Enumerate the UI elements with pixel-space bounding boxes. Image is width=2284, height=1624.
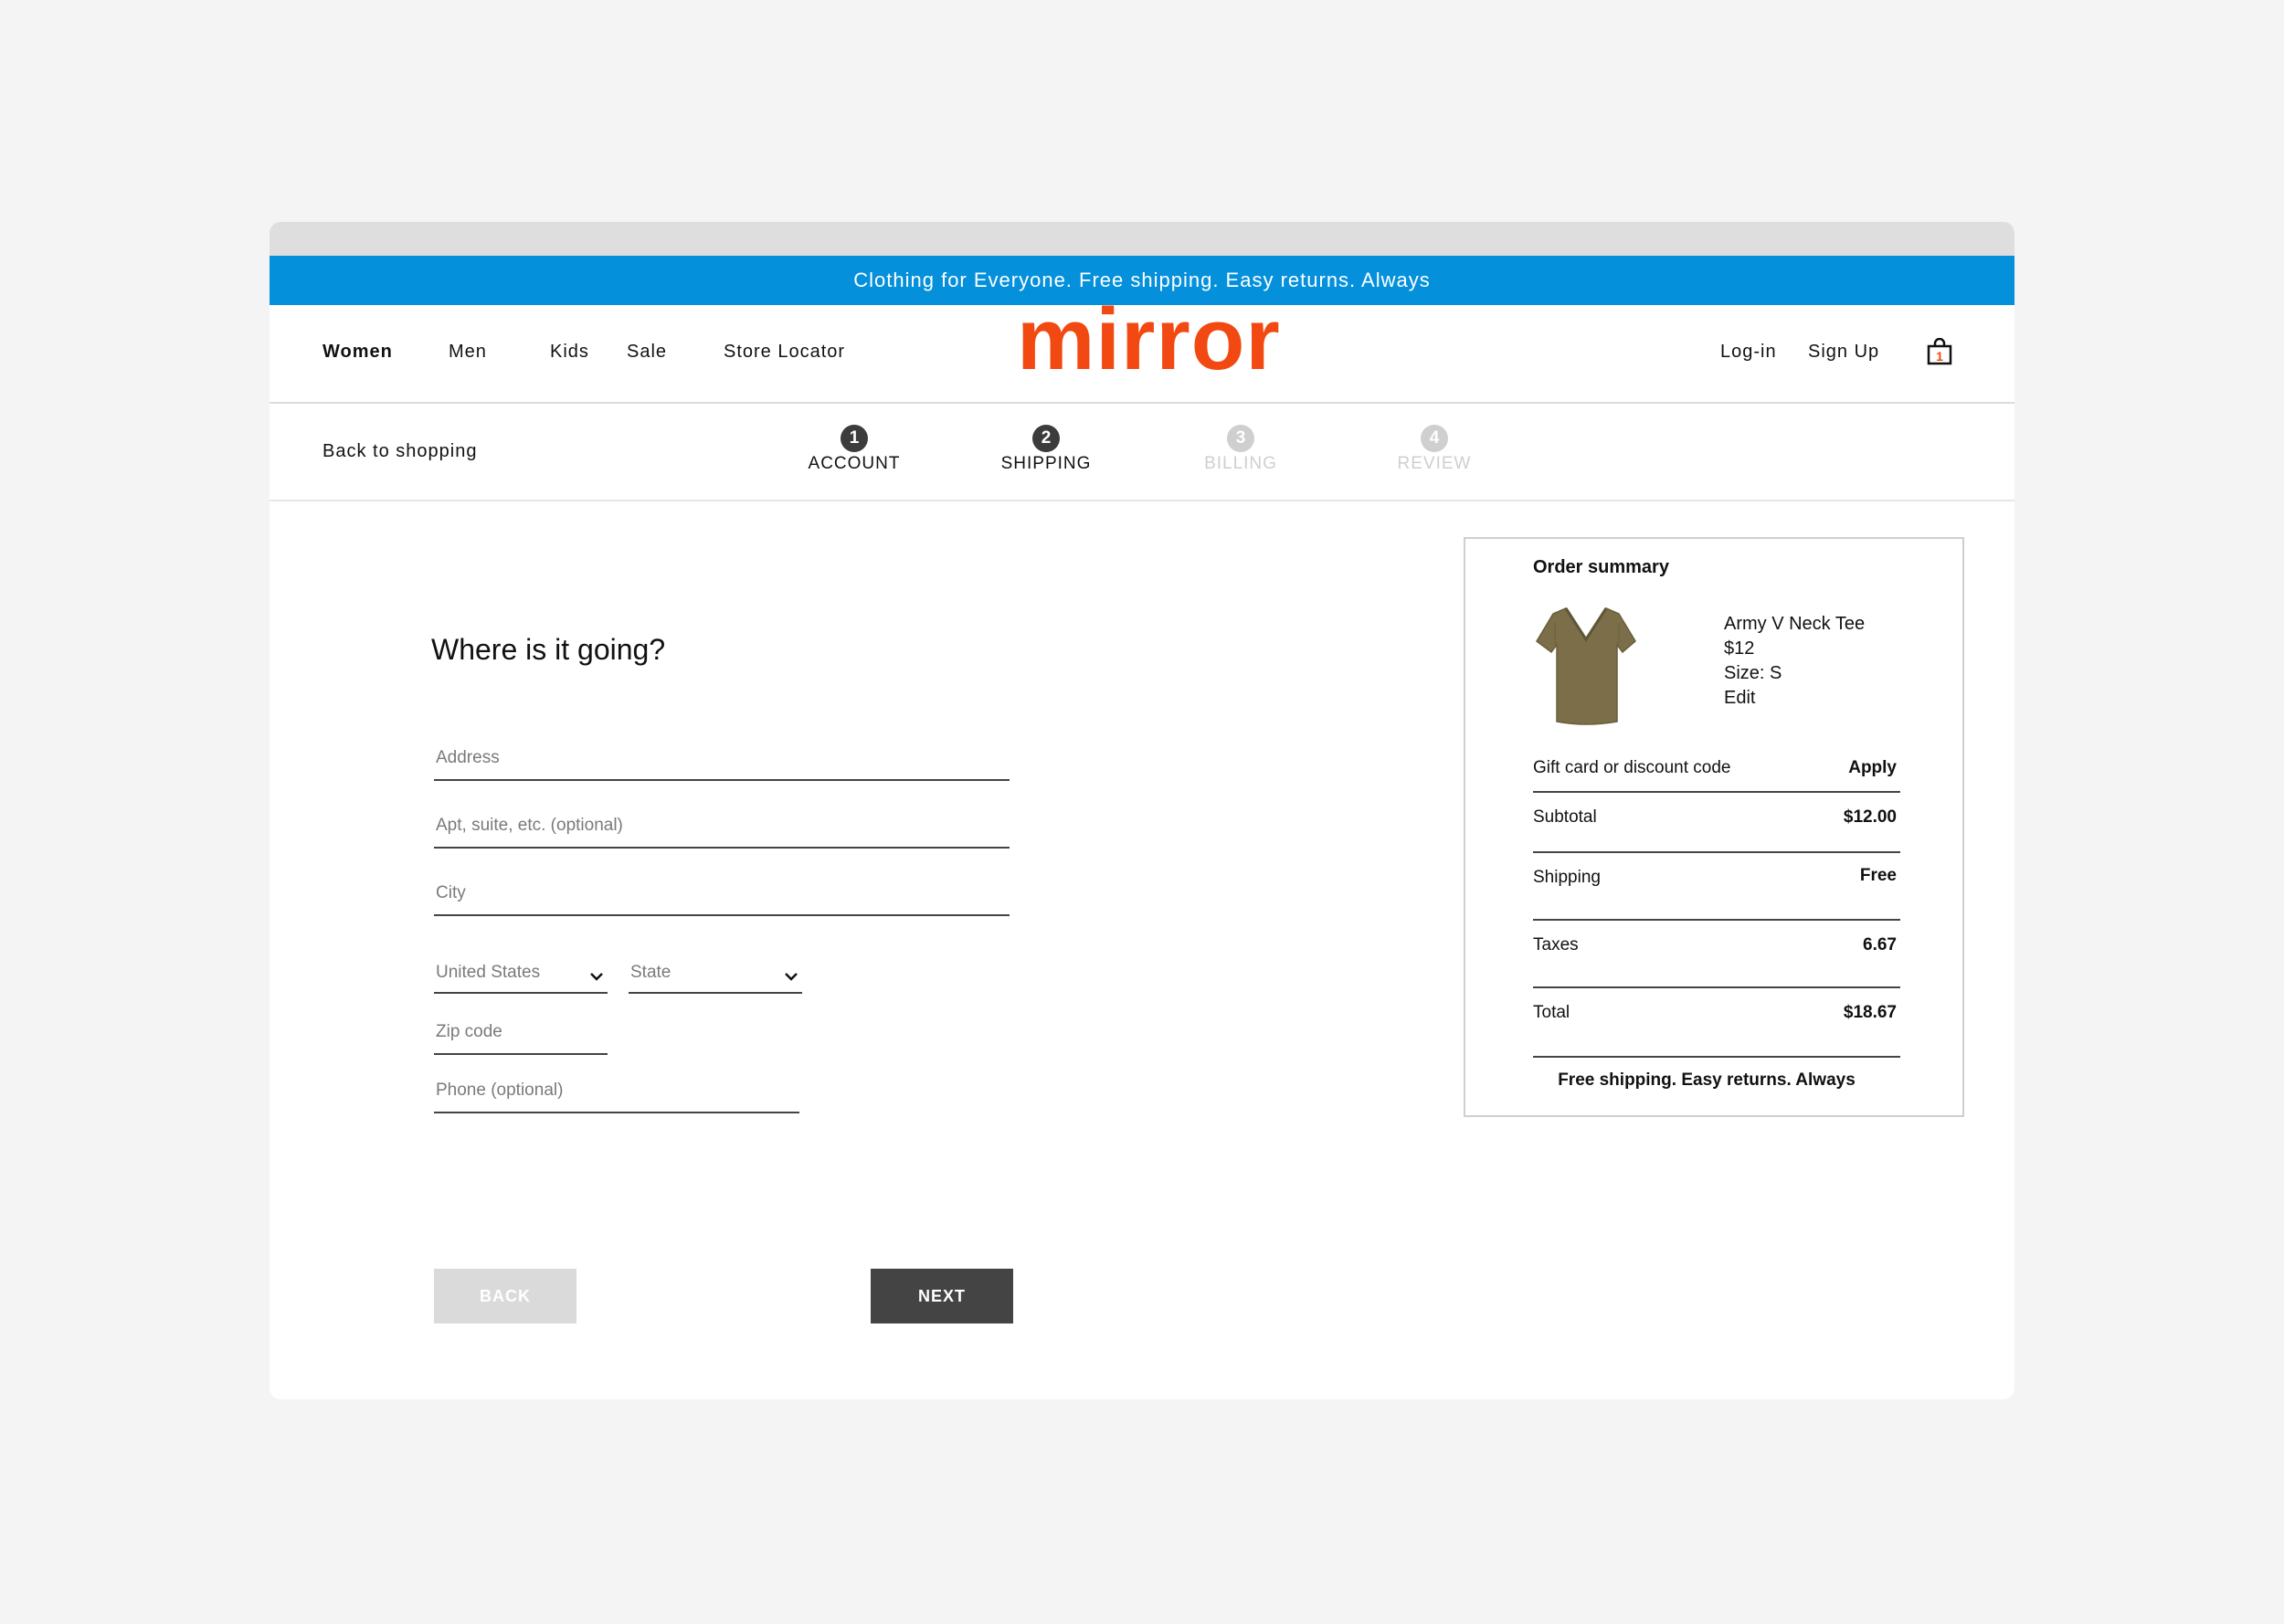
shipping-value: Free: [1859, 866, 1897, 885]
browser-window: Clothing for Everyone. Free shipping. Ea…: [270, 222, 2014, 1399]
discount-code-row[interactable]: Gift card or discount code Apply: [1533, 756, 1900, 793]
nav-women[interactable]: Women: [323, 342, 393, 363]
step-label: BILLING: [1204, 454, 1277, 473]
brand-logo[interactable]: mirror: [1017, 296, 1281, 384]
country-select[interactable]: United States: [434, 957, 608, 994]
zip-input[interactable]: [436, 1022, 600, 1042]
checkout-steps-bar: Back to shopping 1 ACCOUNT 2 SHIPPING 3 …: [270, 403, 2014, 501]
step-account[interactable]: 1 ACCOUNT: [790, 425, 918, 474]
discount-code-label: Gift card or discount code: [1533, 758, 1731, 777]
chevron-down-icon: [590, 973, 603, 981]
product-price: $12: [1724, 638, 1755, 659]
taxes-label: Taxes: [1533, 935, 1579, 954]
cart-count: 1: [1936, 349, 1943, 364]
step-number: 4: [1421, 425, 1448, 452]
taxes-value: 6.67: [1863, 935, 1897, 954]
city-input[interactable]: [436, 883, 1002, 903]
promo-text: Clothing for Everyone. Free shipping. Ea…: [853, 269, 1431, 291]
phone-input[interactable]: [436, 1081, 792, 1101]
summary-footnote: Free shipping. Easy returns. Always: [1558, 1070, 1856, 1090]
shipping-label: Shipping: [1533, 868, 1601, 887]
total-row: Total $18.67: [1533, 988, 1900, 1058]
step-number: 2: [1032, 425, 1060, 452]
next-button[interactable]: NEXT: [871, 1269, 1013, 1323]
order-summary-panel: Order summary Army V Neck Tee $12 Size: …: [1464, 537, 1964, 1117]
product-name: Army V Neck Tee: [1724, 614, 1866, 634]
shipping-row: Shipping Free: [1533, 853, 1900, 921]
product-image: [1533, 605, 1639, 732]
state-value: State: [630, 963, 671, 982]
back-to-shopping-link[interactable]: Back to shopping: [323, 441, 477, 462]
nav-men[interactable]: Men: [449, 342, 487, 363]
apt-field: [434, 810, 1010, 849]
address-field: [434, 743, 1010, 781]
taxes-row: Taxes 6.67: [1533, 921, 1900, 988]
step-billing: 3 BILLING: [1177, 425, 1305, 474]
address-input[interactable]: [436, 748, 1002, 768]
country-value: United States: [436, 963, 541, 982]
site-header: Women Men Kids Sale Store Locator mirror…: [270, 296, 2014, 404]
zip-field: [434, 1017, 608, 1055]
login-link[interactable]: Log-in: [1720, 342, 1777, 363]
step-label: SHIPPING: [1000, 454, 1092, 473]
nav-kids[interactable]: Kids: [550, 342, 589, 363]
nav-sale[interactable]: Sale: [627, 342, 667, 363]
product-info: Army V Neck Tee $12 Size: S Edit: [1724, 612, 1865, 711]
nav-store-locator[interactable]: Store Locator: [724, 342, 845, 363]
apply-button[interactable]: Apply: [1848, 758, 1897, 778]
step-label: REVIEW: [1397, 454, 1472, 473]
step-number: 3: [1227, 425, 1254, 452]
total-label: Total: [1533, 1003, 1570, 1022]
step-review: 4 REVIEW: [1370, 425, 1498, 474]
state-select[interactable]: State: [629, 957, 802, 994]
step-shipping[interactable]: 2 SHIPPING: [982, 425, 1110, 474]
edit-item-link[interactable]: Edit: [1724, 686, 1865, 711]
subtotal-row: Subtotal $12.00: [1533, 793, 1900, 853]
step-number: 1: [841, 425, 868, 452]
order-summary-title: Order summary: [1533, 557, 1669, 577]
product-size: Size: S: [1724, 663, 1782, 683]
browser-chrome: [270, 222, 2014, 256]
apt-input[interactable]: [436, 816, 1002, 836]
shipping-form-title: Where is it going?: [431, 633, 666, 666]
total-value: $18.67: [1843, 1003, 1897, 1022]
back-button[interactable]: BACK: [434, 1269, 576, 1323]
subtotal-label: Subtotal: [1533, 807, 1597, 827]
chevron-down-icon: [785, 973, 798, 981]
city-field: [434, 878, 1010, 916]
step-label: ACCOUNT: [808, 454, 901, 473]
phone-field: [434, 1075, 799, 1113]
shopping-bag-icon[interactable]: 1: [1927, 337, 1952, 365]
subtotal-value: $12.00: [1843, 807, 1897, 827]
signup-link[interactable]: Sign Up: [1808, 342, 1879, 363]
